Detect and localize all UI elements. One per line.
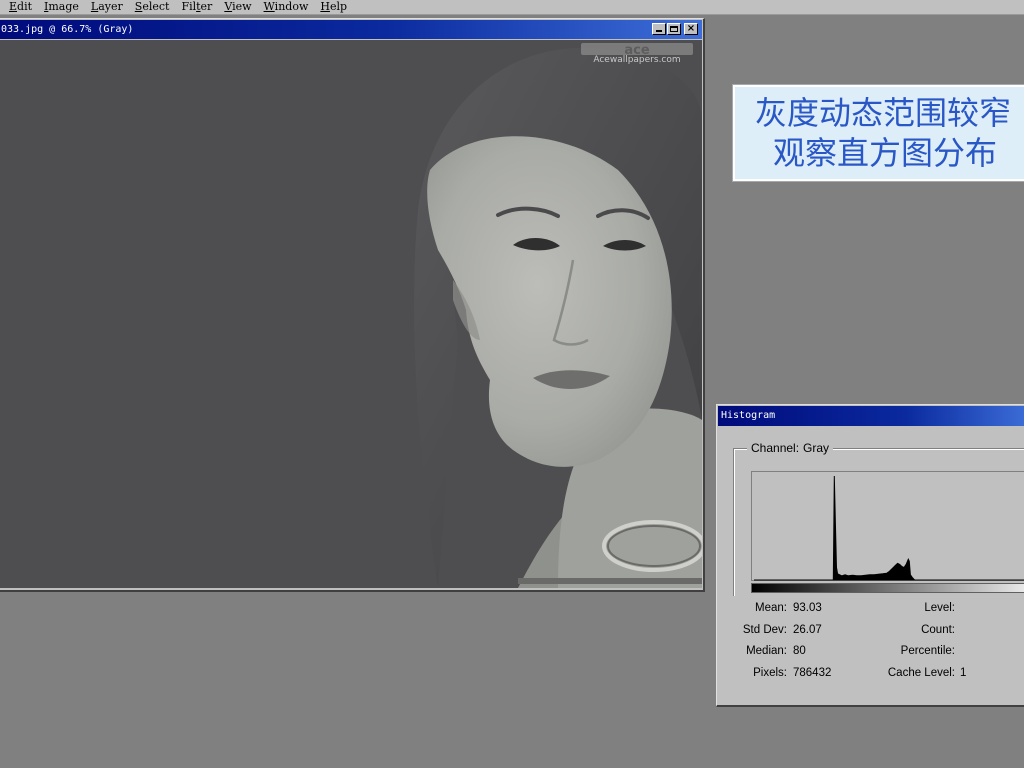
menu-image[interactable]: Image (44, 1, 79, 13)
stddev-label: Std Dev: (742, 624, 787, 636)
gray-ramp-bar (751, 583, 1024, 593)
mean-value: 93.03 (793, 602, 822, 614)
menu-filter[interactable]: Filter (181, 1, 212, 13)
portrait-photo: ace Acewallpapers.com (0, 40, 702, 588)
mean-label: Mean: (755, 602, 787, 614)
histogram-area (754, 475, 1024, 581)
channel-label: Channel: (751, 441, 800, 455)
pixels-label: Pixels: (753, 667, 787, 679)
median-value: 80 (793, 645, 806, 657)
menu-layer[interactable]: Layer (91, 1, 123, 13)
annotation-line-1: 灰度动态范围较窄 (755, 94, 1012, 132)
menu-help[interactable]: Help (320, 1, 347, 13)
image-window-title: 033.jpg @ 66.7% (Gray) (1, 24, 134, 35)
histogram-titlebar[interactable]: Histogram (718, 406, 1024, 426)
count-label: Count: (921, 624, 955, 636)
menu-bar: Edit Image Layer Select Filter View Window Help (0, 0, 1024, 15)
cache-level-value: 1 (960, 667, 967, 679)
stddev-value: 26.07 (793, 624, 822, 636)
menu-view[interactable]: View (224, 1, 251, 13)
menu-window[interactable]: Window (264, 1, 309, 13)
image-document-window: 033.jpg @ 66.7% (Gray) × ace Acewallpape… (0, 18, 705, 592)
median-label: Median: (746, 645, 787, 657)
level-label: Level: (924, 602, 955, 614)
histogram-chart (754, 475, 1024, 581)
channel-selector[interactable]: Channel: Gray (747, 441, 834, 455)
histogram-title: Histogram (721, 410, 776, 421)
close-button[interactable]: × (684, 23, 698, 35)
annotation-box: 灰度动态范围较窄 观察直方图分布 (732, 84, 1024, 182)
image-window-titlebar[interactable]: 033.jpg @ 66.7% (Gray) × (0, 20, 702, 39)
menu-select[interactable]: Select (135, 1, 170, 13)
menu-edit[interactable]: Edit (9, 1, 32, 13)
pixels-value: 786432 (793, 667, 832, 679)
image-canvas[interactable]: ace Acewallpapers.com (0, 40, 702, 588)
minimize-button[interactable] (652, 23, 666, 35)
cache-level-label: Cache Level: (887, 667, 955, 679)
maximize-button[interactable] (667, 23, 681, 35)
histogram-dialog: Histogram Channel: Gray Mean: 93.03 Std D… (716, 404, 1024, 707)
annotation-line-2: 观察直方图分布 (773, 134, 998, 172)
channel-value: Gray (803, 441, 830, 455)
histogram-plot[interactable] (751, 471, 1024, 581)
watermark-text: Acewallpapers.com (593, 55, 680, 65)
percentile-label: Percentile: (900, 645, 955, 657)
